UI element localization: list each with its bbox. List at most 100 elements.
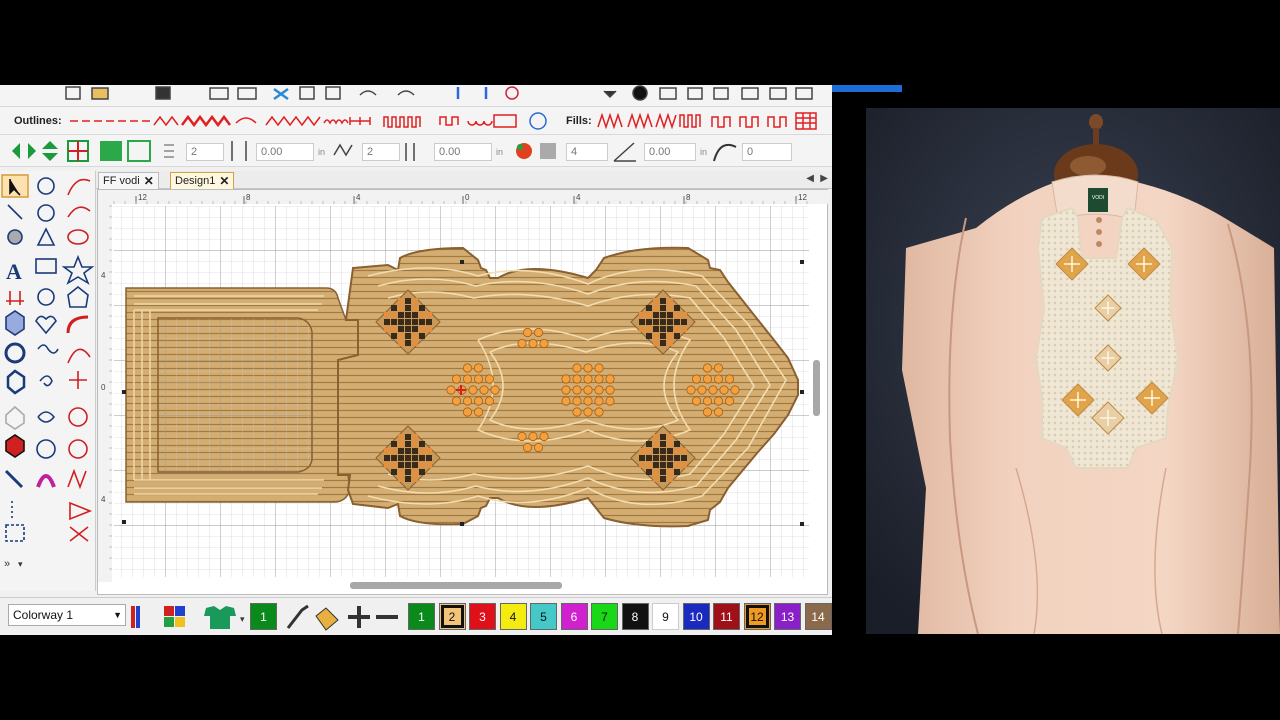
fill-square-icon[interactable]	[739, 116, 759, 128]
flower-tool-icon[interactable]	[68, 439, 88, 459]
copy-icon[interactable]	[299, 86, 315, 100]
preview-icon[interactable]	[237, 87, 257, 100]
lace-tool-icon[interactable]	[5, 405, 25, 430]
hexagon-tool-icon[interactable]	[6, 369, 26, 395]
fill-zigzag-icon[interactable]	[597, 112, 623, 130]
appliqué-tool-icon[interactable]	[5, 310, 25, 336]
tab-close-icon[interactable]: ✕	[219, 174, 229, 189]
mirror-vertical-icon[interactable]	[42, 141, 58, 161]
wave-tool-icon[interactable]	[37, 344, 59, 354]
horizontal-scrollbar[interactable]	[350, 582, 562, 589]
square-wave-outline-icon[interactable]	[439, 116, 459, 126]
add-color-icon[interactable]	[348, 606, 370, 628]
angle-field[interactable]: 0.00	[644, 143, 696, 161]
sequence-icon[interactable]	[505, 86, 519, 100]
thread-swatch-12[interactable]: 12	[743, 603, 771, 630]
print-icon[interactable]	[209, 87, 229, 100]
zigzag-tool-icon[interactable]	[67, 468, 87, 490]
open-file-icon[interactable]	[91, 87, 109, 100]
wave-outline-icon[interactable]	[323, 119, 349, 125]
bezier-tool-icon[interactable]	[67, 348, 91, 364]
column-spacing-field[interactable]: 0.00	[434, 143, 492, 161]
paste-icon[interactable]	[325, 86, 341, 100]
tab-scroll-left-icon[interactable]: ◀	[806, 173, 814, 184]
arch-tool-icon[interactable]	[36, 474, 56, 488]
thread-swatch-8[interactable]: 8	[621, 603, 649, 630]
elbow-tool-icon[interactable]	[66, 315, 89, 334]
satin-outline-icon[interactable]	[181, 114, 231, 128]
rectangle-tool-icon[interactable]	[35, 258, 57, 274]
thread-swatch-6[interactable]: 6	[560, 603, 588, 630]
checker-icon[interactable]	[540, 143, 556, 159]
garment-icon[interactable]	[204, 606, 236, 629]
fill-grid-icon[interactable]	[795, 112, 817, 130]
transform-tool-icon[interactable]	[5, 524, 25, 542]
block-outline-icon[interactable]	[493, 114, 517, 128]
node-edit-tool-icon[interactable]	[7, 204, 23, 220]
monogram-tool-icon[interactable]	[6, 291, 24, 305]
fill-column-icon[interactable]	[679, 114, 701, 128]
thread-swatch-3[interactable]: 3	[469, 603, 496, 630]
thread-swatch-7[interactable]: 7	[591, 603, 618, 630]
point-tool-icon[interactable]	[37, 204, 55, 222]
bean-stitch-icon[interactable]	[235, 117, 257, 124]
thread-swatch-10[interactable]: 10	[682, 603, 710, 630]
palette-bars-icon[interactable]	[131, 606, 140, 628]
design-canvas[interactable]: 12 8 4 0 4 8 12 4 0 4	[97, 189, 829, 596]
spacing-field[interactable]: 0.00	[256, 143, 314, 161]
circle-outline-icon[interactable]	[529, 112, 547, 130]
sun-tool-icon[interactable]	[69, 371, 87, 389]
kaleido-icon[interactable]	[100, 141, 122, 161]
multicolor-count-field[interactable]: 4	[566, 143, 608, 161]
thread-swatch-13[interactable]: 13	[774, 603, 801, 630]
thread-swatch-5[interactable]: 5	[530, 603, 557, 630]
pentagon-tool-icon[interactable]	[67, 285, 89, 308]
tab-close-icon[interactable]: ✕	[144, 174, 154, 189]
freehand-tool-icon[interactable]	[37, 177, 55, 195]
redo-icon[interactable]	[397, 90, 415, 96]
triangle-tool-icon[interactable]	[36, 227, 56, 246]
fill-satin-icon[interactable]	[655, 112, 677, 130]
fill-wave-icon[interactable]	[627, 112, 653, 130]
more-tools-dropdown[interactable]: ▾	[18, 559, 23, 569]
fill-step-icon[interactable]	[711, 116, 731, 128]
design-canvas-svg[interactable]: 12 8 4 0 4 8 12 4 0 4	[98, 190, 829, 596]
monitor-icon[interactable]	[741, 87, 759, 100]
eyedropper-icon[interactable]	[286, 604, 309, 629]
tab-scroll-right-icon[interactable]: ▶	[820, 173, 828, 184]
motif-outline-icon[interactable]	[349, 117, 371, 125]
circle-tool-icon[interactable]	[4, 342, 26, 364]
cut-icon[interactable]	[273, 87, 289, 101]
embroidery-design[interactable]	[122, 246, 804, 528]
tab-design1[interactable]: Design1 ✕	[170, 172, 235, 189]
undo-icon[interactable]	[359, 90, 377, 96]
new-file-icon[interactable]	[65, 86, 81, 100]
fill-box-icon[interactable]	[767, 116, 787, 128]
hexagon-red-icon[interactable]	[5, 434, 25, 458]
view-icon[interactable]	[659, 87, 677, 100]
text-tool-icon[interactable]: A	[6, 259, 22, 284]
arc-tool-icon[interactable]	[67, 206, 91, 218]
notes-view-icon[interactable]	[713, 87, 729, 100]
vertical-scrollbar[interactable]	[813, 360, 820, 416]
scallop-outline-icon[interactable]	[383, 116, 421, 128]
dropper-tool-icon[interactable]	[4, 469, 24, 489]
paint-bucket-icon[interactable]	[315, 607, 339, 631]
ellipse-outline-tool-icon[interactable]	[67, 229, 89, 245]
thread-swatch-4[interactable]: 4	[499, 603, 527, 630]
rose-tool-icon[interactable]	[68, 407, 88, 427]
info-icon[interactable]	[632, 85, 648, 101]
star-tool-icon[interactable]	[61, 254, 95, 285]
thread-swatch-1[interactable]: 1	[408, 603, 435, 630]
oval-tool-icon[interactable]	[37, 411, 56, 423]
dropdown-icon[interactable]	[603, 90, 617, 99]
gallery-icon[interactable]	[769, 87, 787, 100]
colorway-dropdown-icon[interactable]: ▼	[113, 605, 122, 625]
save-icon[interactable]	[155, 86, 171, 100]
curve-outline-tool-icon[interactable]	[67, 178, 91, 196]
tab-ff-vodi[interactable]: FF vodi ✕	[98, 172, 159, 189]
more-tools-chevron[interactable]: »	[4, 558, 10, 570]
wreath-icon[interactable]	[127, 140, 151, 162]
thread-swatch-11[interactable]: 11	[713, 603, 740, 630]
zigzag-outline-icon[interactable]	[153, 115, 179, 127]
